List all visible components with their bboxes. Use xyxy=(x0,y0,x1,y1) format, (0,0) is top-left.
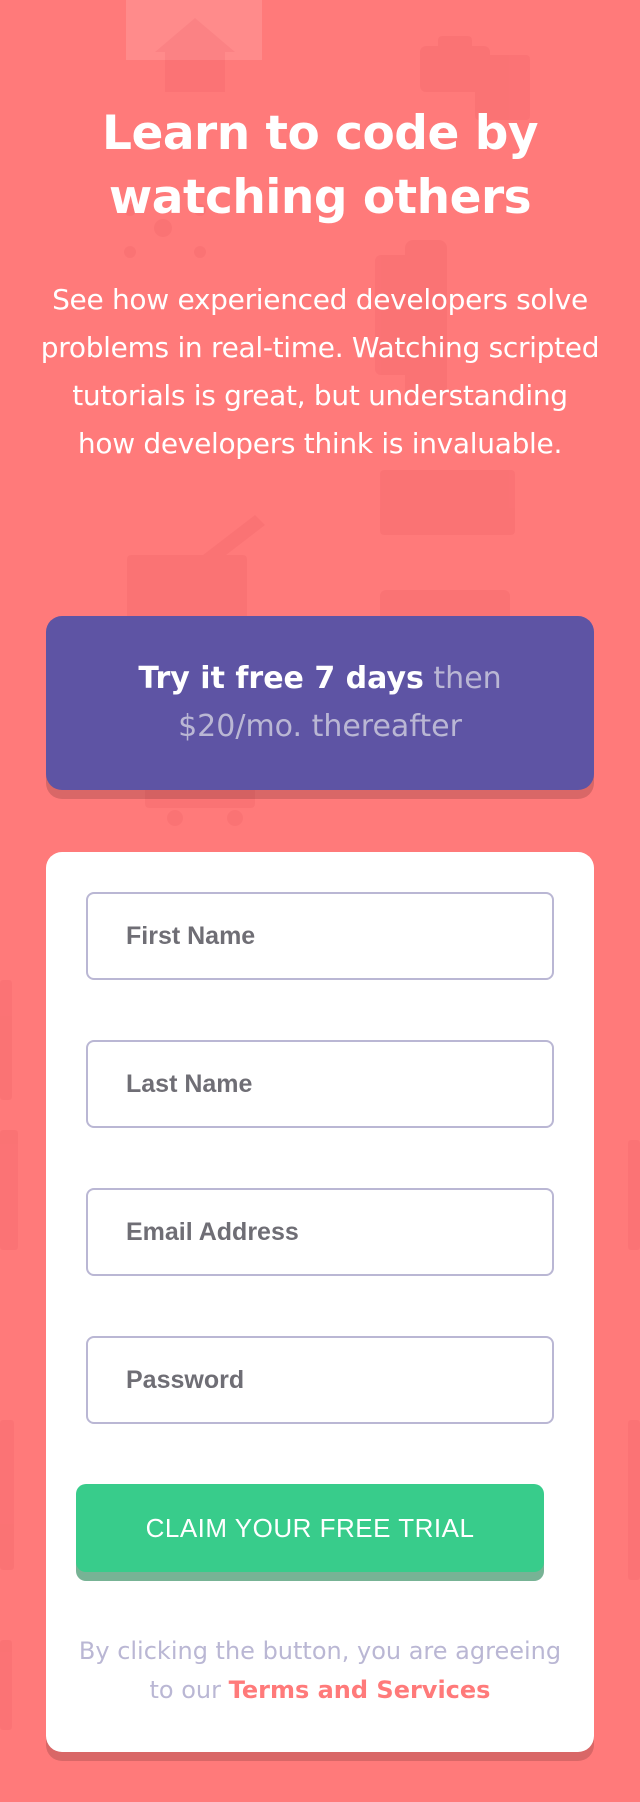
trial-banner: Try it free 7 days then $20/mo. thereaft… xyxy=(46,616,594,790)
first-name-input[interactable] xyxy=(126,894,552,978)
email-field xyxy=(86,1188,554,1276)
house-icon xyxy=(126,0,262,60)
hero-description: See how experienced developers solve pro… xyxy=(40,283,600,460)
terms-link[interactable]: Terms and Services xyxy=(229,1676,491,1704)
claim-free-trial-button[interactable]: CLAIM YOUR FREE TRIAL xyxy=(76,1484,544,1572)
first-name-field xyxy=(86,892,554,980)
pencil-icon xyxy=(190,515,265,575)
calendar-icon xyxy=(380,470,515,535)
suitcase-icon xyxy=(420,46,490,92)
trial-highlight: Try it free 7 days xyxy=(138,661,424,696)
page-title: Learn to code by watching others xyxy=(102,106,538,225)
email-input[interactable] xyxy=(126,1190,552,1274)
last-name-field xyxy=(86,1040,554,1128)
signup-form: CLAIM YOUR FREE TRIAL By clicking the bu… xyxy=(46,852,594,1752)
last-name-input[interactable] xyxy=(126,1042,552,1126)
terms-notice: By clicking the button, you are agreeing… xyxy=(66,1632,574,1710)
house-icon xyxy=(155,18,235,92)
password-field xyxy=(86,1336,554,1424)
password-input[interactable] xyxy=(126,1338,552,1422)
trial-banner-text: Try it free 7 days then $20/mo. thereaft… xyxy=(120,655,520,751)
